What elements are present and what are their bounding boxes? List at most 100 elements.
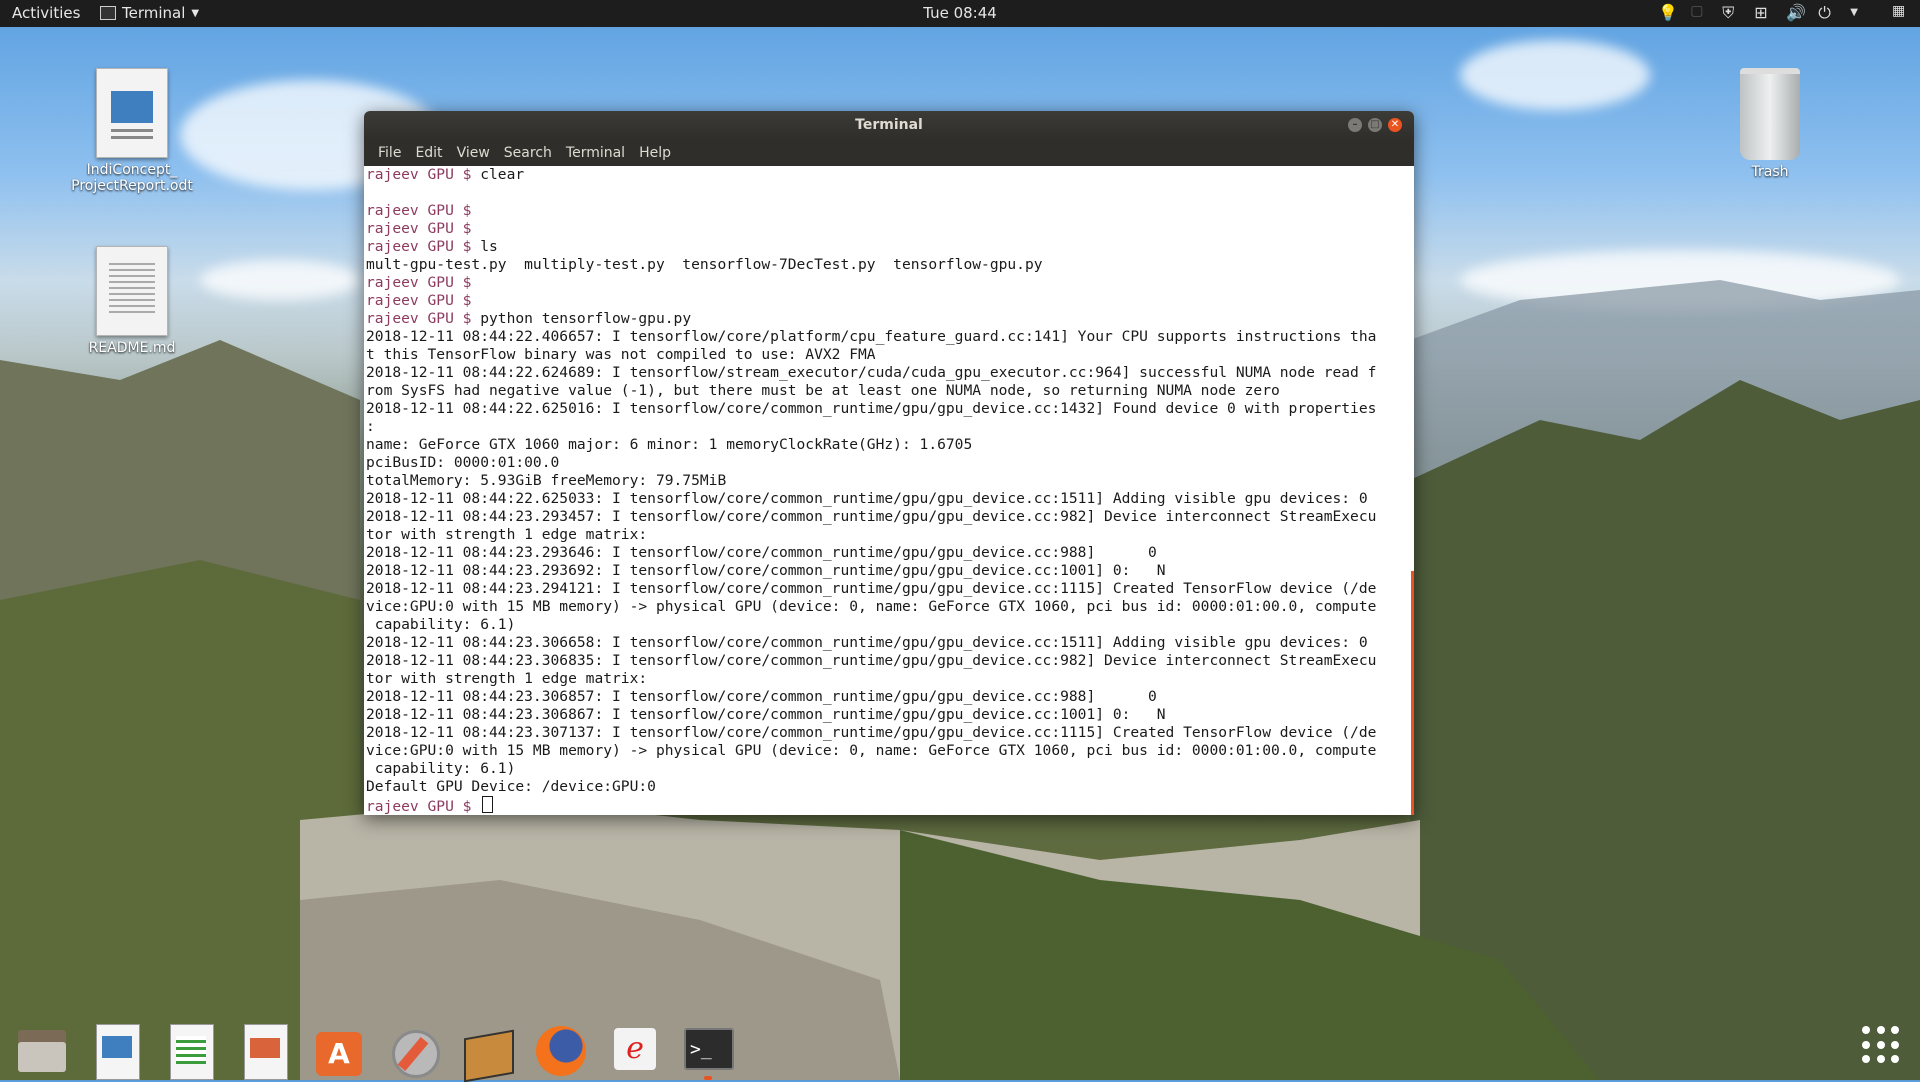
terminal-text: 2018-12-11 08:44:23.293457: I tensorflow… — [366, 508, 1377, 525]
clock[interactable]: Tue 08:44 — [923, 4, 997, 22]
top-bar: Activities Terminal ▼ Tue 08:44 💡 ▢ ⛨ ⊞ … — [0, 0, 1920, 27]
menu-file[interactable]: File — [371, 145, 408, 161]
terminal-line: : — [366, 418, 1414, 436]
indicator-icon[interactable]: ▢ — [1690, 3, 1708, 21]
calc-icon[interactable] — [160, 1018, 220, 1080]
terminal-line: tor with strength 1 edge matrix: — [366, 526, 1414, 544]
terminal-line: 2018-12-11 08:44:22.625016: I tensorflow… — [366, 400, 1414, 418]
terminal-text: : — [366, 418, 375, 435]
terminal-line: vice:GPU:0 with 15 MB memory) -> physica… — [366, 742, 1414, 760]
network-icon[interactable]: ⊞ — [1754, 3, 1772, 22]
terminal-small-icon — [100, 6, 116, 20]
terminal-line: 2018-12-11 08:44:23.306867: I tensorflow… — [366, 706, 1414, 724]
menu-terminal[interactable]: Terminal — [559, 145, 632, 161]
terminal-text: 2018-12-11 08:44:23.293692: I tensorflow… — [366, 562, 1166, 579]
terminal-line: pciBusID: 0000:01:00.0 — [366, 454, 1414, 472]
terminal-line: rajeev GPU $ — [366, 202, 1414, 220]
desktop-trash[interactable]: Trash — [1700, 68, 1840, 180]
activities-button[interactable]: Activities — [12, 4, 80, 22]
shell-prompt: rajeev GPU $ — [366, 166, 481, 183]
terminal-text: python tensorflow-gpu.py — [480, 310, 692, 327]
desktop-file-readme[interactable]: README.md — [62, 246, 202, 356]
writer-icon[interactable] — [86, 1018, 146, 1080]
dock: A ℯ >_ — [12, 1013, 738, 1082]
terminal-line: mult-gpu-test.py multiply-test.py tensor… — [366, 256, 1414, 274]
terminal-text: clear — [480, 166, 525, 183]
desktop-file-report[interactable]: IndiConcept_ ProjectReport.odt — [62, 68, 202, 194]
terminal-text: 2018-12-11 08:44:23.306658: I tensorflow… — [366, 634, 1368, 651]
menu-search[interactable]: Search — [497, 145, 559, 161]
terminal-line: Default GPU Device: /device:GPU:0 — [366, 778, 1414, 796]
terminal-line: rajeev GPU $ — [366, 796, 1414, 815]
terminal-text: mult-gpu-test.py multiply-test.py tensor… — [366, 256, 1043, 273]
text-document-icon — [96, 246, 168, 336]
menu-bar: File Edit View Search Terminal Help — [364, 139, 1414, 166]
terminal-line: rajeev GPU $ — [366, 220, 1414, 238]
terminal-output[interactable]: rajeev GPU $ clear rajeev GPU $ rajeev GP… — [364, 166, 1414, 815]
terminal-line: 2018-12-11 08:44:23.293457: I tensorflow… — [366, 508, 1414, 526]
text-cursor — [482, 796, 494, 813]
terminal-text: pciBusID: 0000:01:00.0 — [366, 454, 560, 471]
software-icon[interactable]: A — [308, 1018, 368, 1080]
files-icon[interactable] — [12, 1018, 72, 1080]
terminal-line: totalMemory: 5.93GiB freeMemory: 79.75Mi… — [366, 472, 1414, 490]
terminal-text: tor with strength 1 edge matrix: — [366, 526, 648, 543]
desktop-file-label: README.md — [88, 340, 176, 356]
terminal-text: 2018-12-11 08:44:23.306835: I tensorflow… — [366, 652, 1377, 669]
terminal-line: 2018-12-11 08:44:22.406657: I tensorflow… — [366, 328, 1414, 346]
terminal-line: 2018-12-11 08:44:23.293646: I tensorflow… — [366, 544, 1414, 562]
window-titlebar[interactable]: Terminal – □ ✕ — [364, 111, 1414, 139]
terminal-line: rom SysFS had negative value (-1), but t… — [366, 382, 1414, 400]
power-icon[interactable]: ⏻ — [1818, 3, 1836, 22]
app-menu-label: Terminal — [122, 4, 186, 22]
terminal-text: tor with strength 1 edge matrix: — [366, 670, 648, 687]
scrollbar[interactable] — [1411, 571, 1414, 815]
shell-prompt: rajeev GPU $ — [366, 220, 481, 237]
terminal-text: 2018-12-11 08:44:22.624689: I tensorflow… — [366, 364, 1377, 381]
terminal-line: rajeev GPU $ ls — [366, 238, 1414, 256]
workspace-icon[interactable]: ▦ — [1892, 3, 1910, 21]
trash-icon — [1740, 68, 1800, 160]
lightbulb-icon[interactable]: 💡 — [1658, 3, 1678, 22]
terminal-line: tor with strength 1 edge matrix: — [366, 670, 1414, 688]
package-icon[interactable] — [456, 1018, 516, 1082]
shield-icon[interactable]: ⛨ — [1722, 3, 1740, 22]
writer-document-icon — [96, 68, 168, 158]
terminal-line: 2018-12-11 08:44:23.306857: I tensorflow… — [366, 688, 1414, 706]
terminal-window[interactable]: Terminal – □ ✕ File Edit View Search Ter… — [364, 111, 1414, 815]
terminal-icon[interactable]: >_ — [678, 1018, 738, 1080]
terminal-line: 2018-12-11 08:44:23.306658: I tensorflow… — [366, 634, 1414, 652]
volume-icon[interactable]: 🔊 — [1786, 3, 1806, 22]
maximize-icon[interactable]: □ — [1368, 118, 1382, 132]
close-icon[interactable]: ✕ — [1388, 118, 1402, 132]
menu-help[interactable]: Help — [632, 145, 678, 161]
shell-prompt: rajeev GPU $ — [366, 238, 481, 255]
terminal-line: rajeev GPU $ clear — [366, 166, 1414, 184]
minimize-icon[interactable]: – — [1348, 118, 1362, 132]
terminal-line: 2018-12-11 08:44:23.294121: I tensorflow… — [366, 580, 1414, 598]
terminal-line: t this TensorFlow binary was not compile… — [366, 346, 1414, 364]
terminal-line: rajeev GPU $ python tensorflow-gpu.py — [366, 310, 1414, 328]
window-title: Terminal — [855, 117, 923, 133]
menu-view[interactable]: View — [450, 145, 497, 161]
menu-edit[interactable]: Edit — [408, 145, 449, 161]
app-menu[interactable]: Terminal ▼ — [100, 4, 199, 22]
shell-prompt: rajeev GPU $ — [366, 310, 481, 327]
show-applications-icon[interactable] — [1862, 1026, 1902, 1066]
terminal-text: capability: 6.1) — [366, 760, 516, 777]
settings-icon[interactable] — [382, 1018, 442, 1080]
firefox-icon[interactable] — [530, 1018, 590, 1080]
system-tray[interactable]: 💡 ▢ ⛨ ⊞ 🔊 ⏻ ▼ ▦ — [1658, 3, 1910, 22]
shell-prompt: rajeev GPU $ — [366, 202, 481, 219]
shell-prompt: rajeev GPU $ — [366, 274, 481, 291]
terminal-text: 2018-12-11 08:44:22.406657: I tensorflow… — [366, 328, 1377, 345]
terminal-text: vice:GPU:0 with 15 MB memory) -> physica… — [366, 598, 1377, 615]
caret-down-icon[interactable]: ▼ — [1850, 7, 1858, 18]
terminal-line: name: GeForce GTX 1060 major: 6 minor: 1… — [366, 436, 1414, 454]
terminal-text: 2018-12-11 08:44:23.294121: I tensorflow… — [366, 580, 1377, 597]
pdf-reader-icon[interactable]: ℯ — [604, 1018, 664, 1080]
impress-icon[interactable] — [234, 1018, 294, 1080]
caret-down-icon: ▼ — [191, 7, 200, 19]
terminal-text: capability: 6.1) — [366, 616, 516, 633]
terminal-text: t this TensorFlow binary was not compile… — [366, 346, 876, 363]
